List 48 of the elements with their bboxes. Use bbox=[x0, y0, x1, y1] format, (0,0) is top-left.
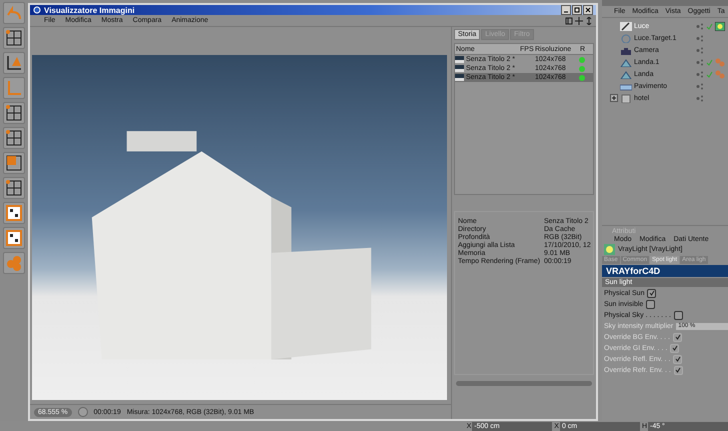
checkbox[interactable] bbox=[647, 288, 656, 298]
object-icon bbox=[620, 58, 632, 66]
visibility-dots-icon[interactable] bbox=[696, 34, 704, 42]
visibility-dots-icon[interactable] bbox=[696, 70, 704, 78]
status-dot bbox=[579, 56, 585, 62]
visibility-dots-icon[interactable] bbox=[696, 46, 704, 54]
visibility-dots-icon[interactable] bbox=[696, 58, 704, 66]
plugin-banner: VRAYforC4D bbox=[602, 265, 728, 277]
object-icon bbox=[620, 46, 632, 54]
thumbnail-icon bbox=[455, 65, 464, 72]
object-icon bbox=[620, 82, 632, 90]
tag-icon bbox=[715, 22, 725, 30]
tool-icon[interactable] bbox=[3, 202, 25, 224]
visibility-dots-icon[interactable] bbox=[696, 22, 704, 30]
minimize-button[interactable] bbox=[561, 5, 571, 15]
close-icon bbox=[585, 7, 591, 13]
window-title: Visualizzatore Immagini bbox=[44, 6, 135, 14]
move-icon[interactable] bbox=[575, 16, 583, 24]
thumbnail-icon bbox=[455, 56, 464, 63]
arrows-icon[interactable] bbox=[585, 16, 593, 24]
tool-icon[interactable] bbox=[3, 177, 25, 199]
checkbox[interactable] bbox=[674, 310, 683, 320]
tool-icon[interactable] bbox=[3, 127, 25, 149]
object-icon bbox=[620, 70, 632, 78]
status-dot bbox=[579, 66, 585, 72]
visibility-dots-icon[interactable] bbox=[696, 82, 704, 90]
maximize-button[interactable] bbox=[572, 5, 582, 15]
thumbnail-icon bbox=[455, 74, 464, 81]
object-icon bbox=[620, 94, 632, 102]
expand-toggle[interactable] bbox=[610, 94, 618, 102]
material-tag-icon bbox=[715, 70, 725, 78]
vray-light-icon bbox=[604, 244, 615, 255]
check-icon[interactable] bbox=[706, 22, 713, 30]
checkbox[interactable] bbox=[646, 300, 656, 308]
panel-icon[interactable] bbox=[565, 16, 573, 24]
object-icon bbox=[620, 22, 632, 30]
tool-icon[interactable] bbox=[3, 27, 25, 49]
visibility-dots-icon[interactable] bbox=[696, 94, 704, 102]
tool-icon[interactable] bbox=[3, 102, 25, 124]
material-tag-icon bbox=[715, 58, 725, 66]
close-button[interactable] bbox=[583, 5, 593, 15]
maximize-icon bbox=[574, 7, 580, 13]
status-dot bbox=[579, 74, 585, 80]
app-icon bbox=[33, 6, 41, 14]
tool-icon[interactable] bbox=[3, 152, 25, 174]
tool-icon[interactable] bbox=[3, 52, 25, 74]
object-icon bbox=[620, 34, 632, 42]
tool-icon[interactable] bbox=[3, 227, 25, 249]
